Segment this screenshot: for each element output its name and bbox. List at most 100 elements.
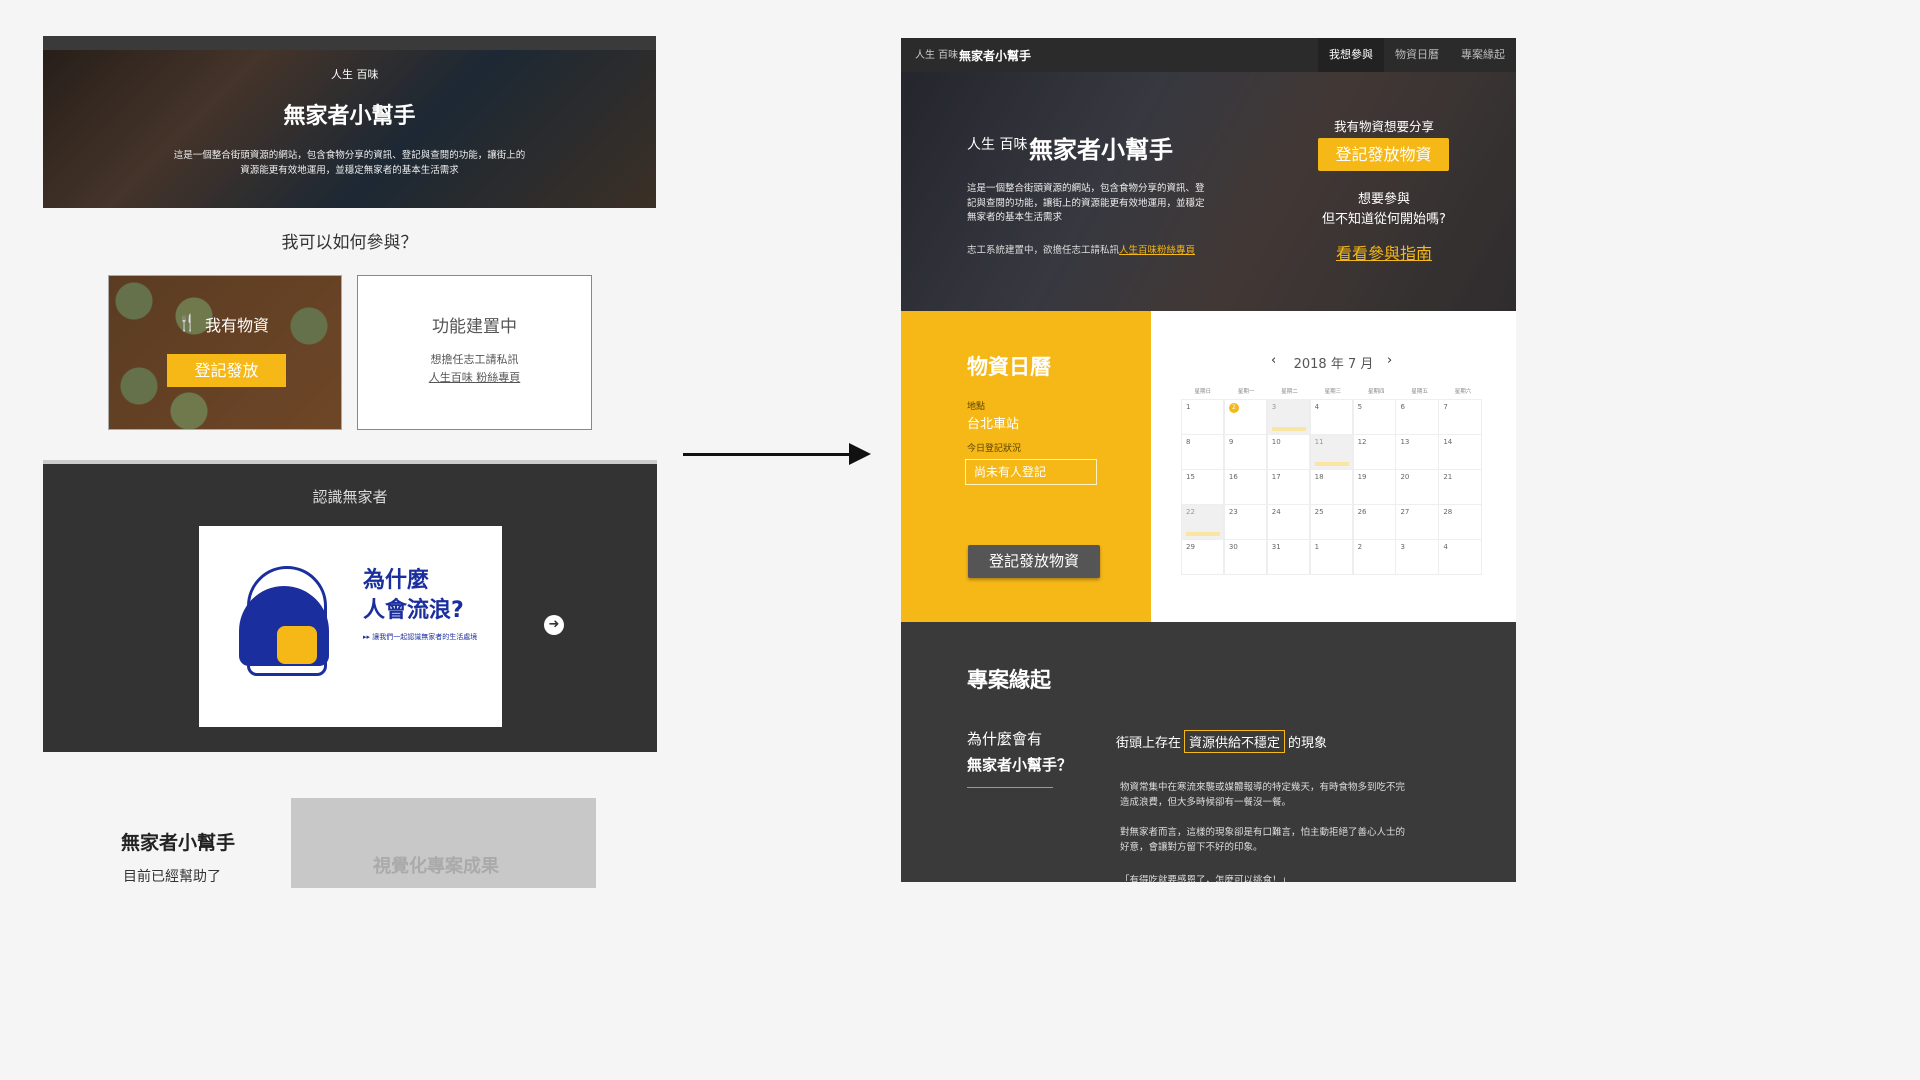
calendar-day[interactable]: 1 (1181, 399, 1225, 435)
calendar-day[interactable]: 9 (1223, 434, 1268, 470)
calendar: ‹ 2018 年 7 月 › 星期日 星期一 星期二 星期三 星期四 星期五 星… (1151, 311, 1516, 622)
poster-subtitle: ▸▸ 讓我們一起認識無家者的生活處境 (363, 633, 478, 641)
calendar-week: 12 34567 (1181, 399, 1485, 435)
origin-section: 專案緣起 為什麼會有 無家者小幫手？ 街頭上存在 資源供給不穩定 的現象 物資常集中… (901, 622, 1516, 882)
calendar-day[interactable]: 3 (1266, 399, 1311, 435)
calendar-day[interactable]: 19 (1352, 469, 1396, 505)
calendar-day[interactable]: 18 (1309, 469, 1354, 505)
register-supplies-button[interactable]: 登記發放物資 (1318, 138, 1449, 171)
calendar-day[interactable]: 29 (1181, 539, 1225, 575)
calendar-day[interactable]: 28 (1438, 504, 1482, 540)
origin-paragraph-2: 對無家者而言，這樣的現象卻是有口難言，怕主動拒絕了善心人士的好意，會讓對方留下不… (1120, 827, 1406, 853)
old-hero: 人生 百味 無家者小幫手 這是一個整合街頭資源的網站，包含食物分享的資訊、登記與… (43, 36, 656, 208)
nav-item-join[interactable]: 我想參與 (1318, 38, 1384, 72)
calendar-day[interactable]: 20 (1395, 469, 1439, 505)
chevron-right-icon[interactable]: › (1387, 353, 1392, 368)
card-have-supplies-label: 我有物資 (205, 316, 270, 335)
calendar-day[interactable]: 3 (1395, 539, 1439, 575)
calendar-day[interactable]: 25 (1309, 504, 1354, 540)
origin-paragraph-3: 「有得吃就要感恩了，怎麼可以挑食！」 (1120, 875, 1292, 882)
fan-page-link[interactable]: 人生百味粉絲專頁 (1119, 245, 1195, 256)
hero-volunteer-note: 志工系統建置中，欲擔任志工請私訊人生百味粉絲專頁 (967, 242, 1195, 256)
nav-item-calendar[interactable]: 物資日曆 (1384, 38, 1450, 72)
calendar-day[interactable]: 24 (1266, 504, 1311, 540)
calendar-panel: 物資日曆 地點 台北車站 今日登記狀況 尚未有人登記 登記發放物資 (901, 311, 1151, 622)
calendar-day[interactable]: 4 (1309, 399, 1354, 435)
join-cards: 🍴 我有物資 登記發放 功能建置中 想擔任志工請私訊 人生百味 粉絲專頁 (108, 275, 592, 430)
calendar-day[interactable]: 12 (1352, 434, 1396, 470)
card-wip-line1: 想擔任志工請私訊 (430, 353, 519, 366)
calendar-day[interactable]: 21 (1438, 469, 1482, 505)
calendar-week: 29 30 31 1 2 3 4 (1181, 539, 1485, 575)
calendar-day[interactable]: 5 (1352, 399, 1396, 435)
calendar-day[interactable]: 22 (1181, 504, 1225, 540)
calendar-month: 2018 年 7 月 (1293, 357, 1374, 372)
calendar-day[interactable]: 11 (1309, 434, 1354, 470)
calendar-day[interactable]: 7 (1438, 399, 1482, 435)
how-to-join-title: 我可以如何參與？ (281, 233, 418, 253)
calendar-day[interactable]: 27 (1395, 504, 1439, 540)
share-question: 我有物資想要分享 (1333, 119, 1434, 134)
calendar-day[interactable]: 8 (1181, 434, 1225, 470)
calendar-day[interactable]: 16 (1223, 469, 1268, 505)
calendar-day[interactable]: 23 (1223, 504, 1268, 540)
card-wip-title: 功能建置中 (432, 317, 517, 337)
calendar-day[interactable]: 15 (1181, 469, 1225, 505)
calendar-day[interactable]: 2 (1223, 399, 1268, 435)
transition-arrow-icon (683, 443, 871, 465)
register-supplies-button-2[interactable]: 登記發放物資 (968, 545, 1100, 578)
origin-statement-prefix: 街頭上存在 (1116, 736, 1182, 751)
old-hero-title: 無家者小幫手 (283, 104, 416, 129)
calendar-day[interactable]: 14 (1438, 434, 1482, 470)
top-nav: 人生 百味 無家者小幫手 我想參與 物資日曆 專案緣起 (901, 38, 1516, 72)
hero-logo: 人生 百味 (967, 137, 1028, 153)
fan-page-link[interactable]: 人生百味 粉絲專頁 (429, 371, 521, 384)
origin-highlight: 資源供給不穩定 (1184, 730, 1286, 753)
arrow-right-circle-icon[interactable]: ➜ (544, 615, 564, 635)
location-value: 台北車站 (967, 417, 1020, 432)
guide-link[interactable]: 看看參與指南 (1309, 240, 1459, 264)
calendar-day[interactable]: 17 (1266, 469, 1311, 505)
origin-question-1: 為什麼會有 (967, 730, 1043, 748)
nav-item-origin[interactable]: 專案緣起 (1450, 38, 1516, 72)
calendar-day[interactable]: 10 (1266, 434, 1311, 470)
calendar-week: 22 23 24 25 26 27 28 (1181, 504, 1485, 540)
weekday: 星期二 (1281, 389, 1298, 395)
origin-statement: 街頭上存在 資源供給不穩定 的現象 (1116, 730, 1327, 753)
divider (967, 787, 1053, 788)
join-question-2: 但不知道從何開始嗎? (1322, 212, 1446, 227)
calendar-day[interactable]: 1 (1309, 539, 1354, 575)
old-design: 人生 百味 無家者小幫手 這是一個整合街頭資源的網站，包含食物分享的資訊、登記與… (43, 36, 657, 888)
calendar-day[interactable]: 31 (1266, 539, 1311, 575)
location-label: 地點 (967, 402, 986, 412)
calendar-day[interactable]: 30 (1223, 539, 1268, 575)
calendar-week: 8 9 10 11 12 13 14 (1181, 434, 1485, 470)
card-have-supplies[interactable]: 🍴 我有物資 登記發放 (108, 275, 342, 430)
weekday: 星期五 (1411, 389, 1428, 395)
weekday: 星期三 (1324, 389, 1342, 395)
visualization-placeholder: 視覺化專案成果 (291, 798, 596, 888)
visualization-placeholder-label: 視覺化專案成果 (373, 856, 499, 877)
nav-logo[interactable]: 人生 百味 (915, 46, 958, 61)
origin-title: 專案緣起 (967, 668, 1051, 692)
nav-brand[interactable]: 無家者小幫手 (959, 47, 1031, 64)
new-hero: 人生 百味 無家者小幫手 這是一個整合街頭資源的網站，包含食物分享的資訊、登記與… (901, 72, 1516, 311)
calendar-day[interactable]: 26 (1352, 504, 1396, 540)
know-homeless-title: 認識無家者 (312, 488, 388, 506)
old-logo: 人生 百味 (331, 68, 379, 81)
calendar-day[interactable]: 4 (1438, 539, 1482, 575)
join-question-1: 想要參與 (1357, 192, 1410, 207)
calendar-day[interactable]: 2 (1352, 539, 1396, 575)
calendar-day[interactable]: 13 (1395, 434, 1439, 470)
today-marker: 2 (1228, 403, 1239, 413)
know-homeless-section: 認識無家者 為什麼 人會流浪? ▸▸ 讓我們一起認識無家者的生活處境 ➜ (43, 460, 657, 752)
hero-desc: 這是一個整合街頭資源的網站，包含食物分享的資訊、登記與查閱的功能，讓街上的資源能… (967, 183, 1205, 223)
status-label: 今日登記狀況 (967, 444, 1022, 454)
register-distribution-button[interactable]: 登記發放 (167, 354, 286, 387)
weekday: 星期四 (1368, 389, 1385, 395)
join-question: 想要參與 但不知道從何開始嗎? (1309, 190, 1459, 230)
weekday: 星期日 (1194, 389, 1211, 395)
new-design: 人生 百味 無家者小幫手 我想參與 物資日曆 專案緣起 人生 百味 無家者小幫手… (901, 38, 1516, 882)
weekday: 星期一 (1237, 389, 1255, 395)
calendar-day[interactable]: 6 (1395, 399, 1439, 435)
